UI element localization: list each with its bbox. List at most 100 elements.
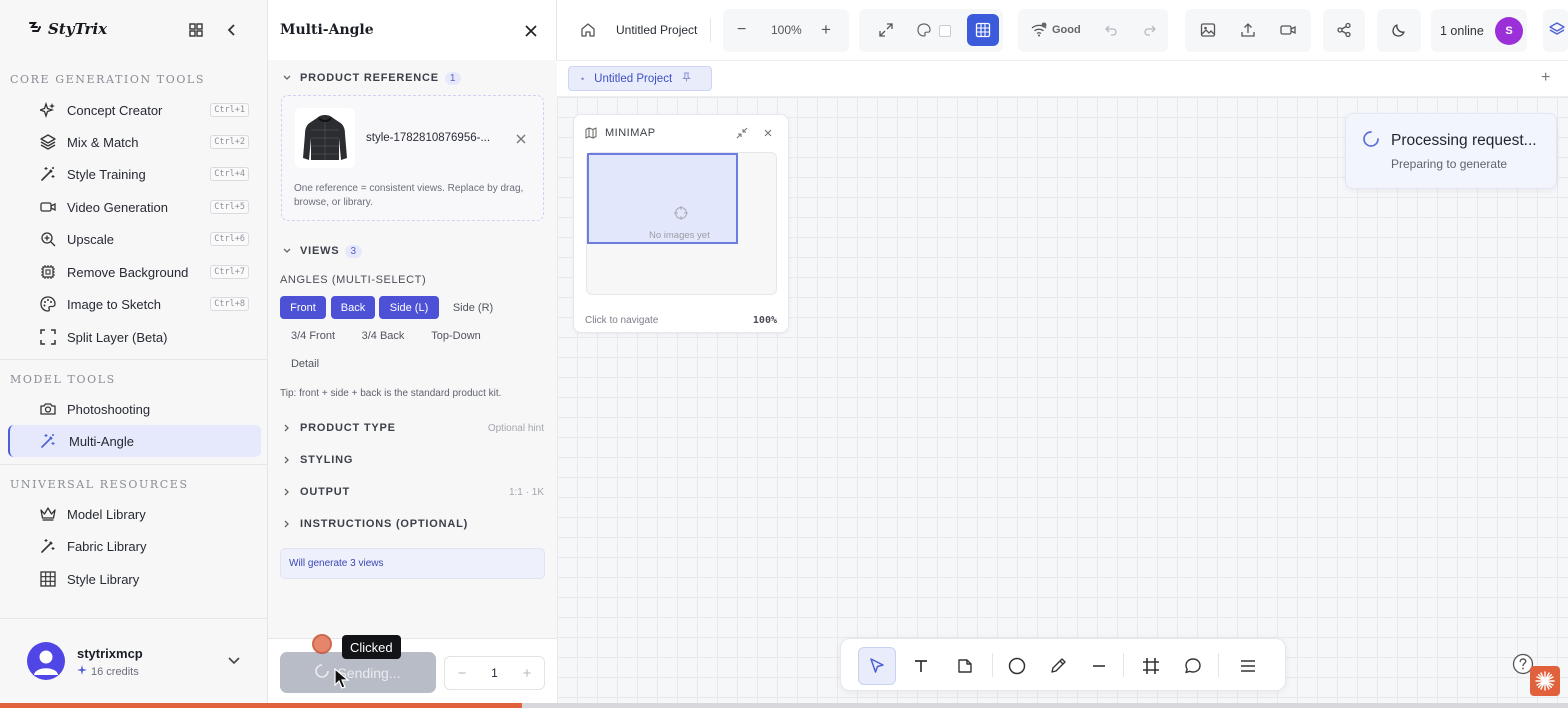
layers-icon[interactable] (1548, 21, 1566, 39)
decrement-button[interactable]: − (455, 665, 469, 682)
chevron-down-icon[interactable] (224, 651, 244, 671)
sidebar-item-video-generation[interactable]: Video Generation Ctrl+5 (8, 191, 261, 223)
video-icon[interactable] (1279, 21, 1297, 39)
angle-chip-detail[interactable]: Detail (280, 352, 330, 375)
share-icon[interactable] (1335, 21, 1353, 39)
home-icon[interactable] (579, 21, 597, 39)
comment-tool-icon[interactable] (1177, 650, 1209, 682)
pencil-tool-icon[interactable] (1042, 650, 1074, 682)
angle-chip-top-down[interactable]: Top-Down (420, 324, 492, 347)
line-tool-icon[interactable] (1083, 650, 1115, 682)
minimize-icon[interactable] (736, 126, 748, 144)
pin-icon[interactable] (682, 72, 691, 85)
view-controls (859, 9, 1003, 52)
click-indicator (312, 634, 332, 654)
section-product-type[interactable]: PRODUCT TYPE Optional hint (280, 413, 544, 443)
section-styling[interactable]: STYLING (280, 445, 544, 475)
image-icon[interactable] (1199, 21, 1217, 39)
magic-wand-icon (40, 166, 56, 182)
upload-icon[interactable] (1239, 21, 1257, 39)
section-output[interactable]: OUTPUT 1:1 · 1K (280, 477, 544, 507)
section-views[interactable]: VIEWS 3 (280, 236, 544, 266)
sidebar-item-remove-background[interactable]: Remove Background Ctrl+7 (8, 256, 261, 288)
brand-name: StyTrix (48, 20, 108, 38)
undo-icon[interactable] (1102, 21, 1120, 39)
circle-tool-icon[interactable] (1001, 650, 1033, 682)
grid-view-icon[interactable] (186, 20, 206, 40)
minimap-area[interactable]: No images yet (586, 152, 777, 295)
avatar[interactable] (27, 642, 65, 680)
tab-dot-icon: • (581, 73, 585, 84)
divider (0, 464, 268, 465)
assistant-burst-icon[interactable] (1530, 666, 1560, 696)
frame-tool-icon[interactable] (1135, 650, 1167, 682)
shortcut-badge: Ctrl+8 (210, 297, 249, 311)
online-user-avatar[interactable]: S (1495, 17, 1523, 45)
sidebar-item-style-library[interactable]: Style Library (8, 563, 261, 595)
sidebar-item-mix-match[interactable]: Mix & Match Ctrl+2 (8, 126, 261, 158)
sidebar-item-multi-angle[interactable]: Multi-Angle (8, 425, 261, 457)
sidebar-item-model-library[interactable]: Model Library (8, 498, 261, 530)
close-icon[interactable] (522, 22, 540, 40)
sidebar-item-fabric-library[interactable]: Fabric Library (8, 530, 261, 562)
project-title[interactable]: Untitled Project (616, 23, 697, 37)
chevron-right-icon (280, 517, 294, 531)
angle-chip-side-r[interactable]: Side (R) (443, 296, 503, 319)
increment-button[interactable]: + (520, 665, 534, 682)
add-tab-button[interactable]: + (1541, 69, 1550, 87)
frame-corners-icon (40, 329, 56, 345)
media-actions (1185, 9, 1311, 52)
section-hint: Optional hint (487, 422, 544, 434)
angle-chip-three-quarter-back[interactable]: 3/4 Back (351, 324, 415, 347)
sidebar-item-concept-creator[interactable]: Concept Creator Ctrl+1 (8, 94, 261, 126)
fit-screen-icon[interactable] (877, 21, 895, 39)
palette-icon[interactable] (915, 21, 933, 39)
tab-untitled-project[interactable]: • Untitled Project (568, 66, 712, 91)
menu-icon[interactable] (1232, 650, 1264, 682)
angle-chip-back[interactable]: Back (331, 296, 375, 319)
chevron-down-icon (280, 71, 294, 85)
sidebar-item-image-to-sketch[interactable]: Image to Sketch Ctrl+8 (8, 288, 261, 320)
moon-icon[interactable] (1390, 21, 1408, 39)
section-instructions[interactable]: INSTRUCTIONS (OPTIONAL) (280, 509, 544, 539)
toggle-checkbox[interactable] (939, 25, 951, 37)
close-icon[interactable] (762, 126, 774, 144)
select-tool-icon[interactable] (858, 647, 896, 685)
remove-reference-icon[interactable] (514, 132, 528, 146)
chevron-right-icon (280, 453, 294, 467)
shortcut-badge: Ctrl+7 (210, 265, 249, 279)
sidebar-item-style-training[interactable]: Style Training Ctrl+4 (8, 158, 261, 190)
zoom-out-button[interactable]: − (737, 21, 746, 39)
section-label: STYLING (300, 454, 354, 466)
angle-chip-front[interactable]: Front (280, 296, 326, 319)
sidebar-item-photoshooting[interactable]: Photoshooting (8, 393, 261, 425)
section-product-reference[interactable]: PRODUCT REFERENCE 1 (280, 63, 544, 93)
divider (710, 18, 711, 42)
angle-chip-side-l[interactable]: Side (L) (379, 296, 439, 319)
divider (992, 653, 993, 677)
divider (0, 359, 268, 360)
wifi-icon (1030, 21, 1048, 39)
product-reference-dropzone[interactable]: style-1782810876956-... One reference = … (281, 95, 544, 221)
redo-icon[interactable] (1141, 21, 1159, 39)
text-tool-icon[interactable] (905, 650, 937, 682)
sidebar-item-split-layer[interactable]: Split Layer (Beta) (8, 321, 261, 353)
angle-chip-three-quarter-front[interactable]: 3/4 Front (280, 324, 346, 347)
spinner-icon (1362, 130, 1380, 153)
shortcut-badge: Ctrl+1 (210, 103, 249, 117)
zoom-in-button[interactable]: + (821, 20, 831, 40)
grid-toggle-icon[interactable] (967, 14, 999, 46)
section-title-core: CORE GENERATION TOOLS (10, 73, 205, 86)
note-tool-icon[interactable] (949, 650, 981, 682)
section-title-resources: UNIVERSAL RESOURCES (10, 478, 189, 491)
count-badge: 3 (345, 244, 362, 258)
sidebar-item-upscale[interactable]: Upscale Ctrl+6 (8, 223, 261, 255)
project-tab-bar: • Untitled Project + (557, 61, 1568, 97)
shortcut-badge: Ctrl+5 (210, 200, 249, 214)
chevron-right-icon (280, 485, 294, 499)
multi-angle-panel: Multi-Angle PRODUCT REFERENCE 1 style-17… (268, 0, 557, 708)
brand-logo[interactable]: StyTrix (28, 20, 107, 38)
collapse-sidebar-icon[interactable] (222, 20, 242, 40)
minimap: MINIMAP No images yet Click to navigate … (573, 114, 789, 333)
zoom-level[interactable]: 100% (771, 23, 802, 37)
